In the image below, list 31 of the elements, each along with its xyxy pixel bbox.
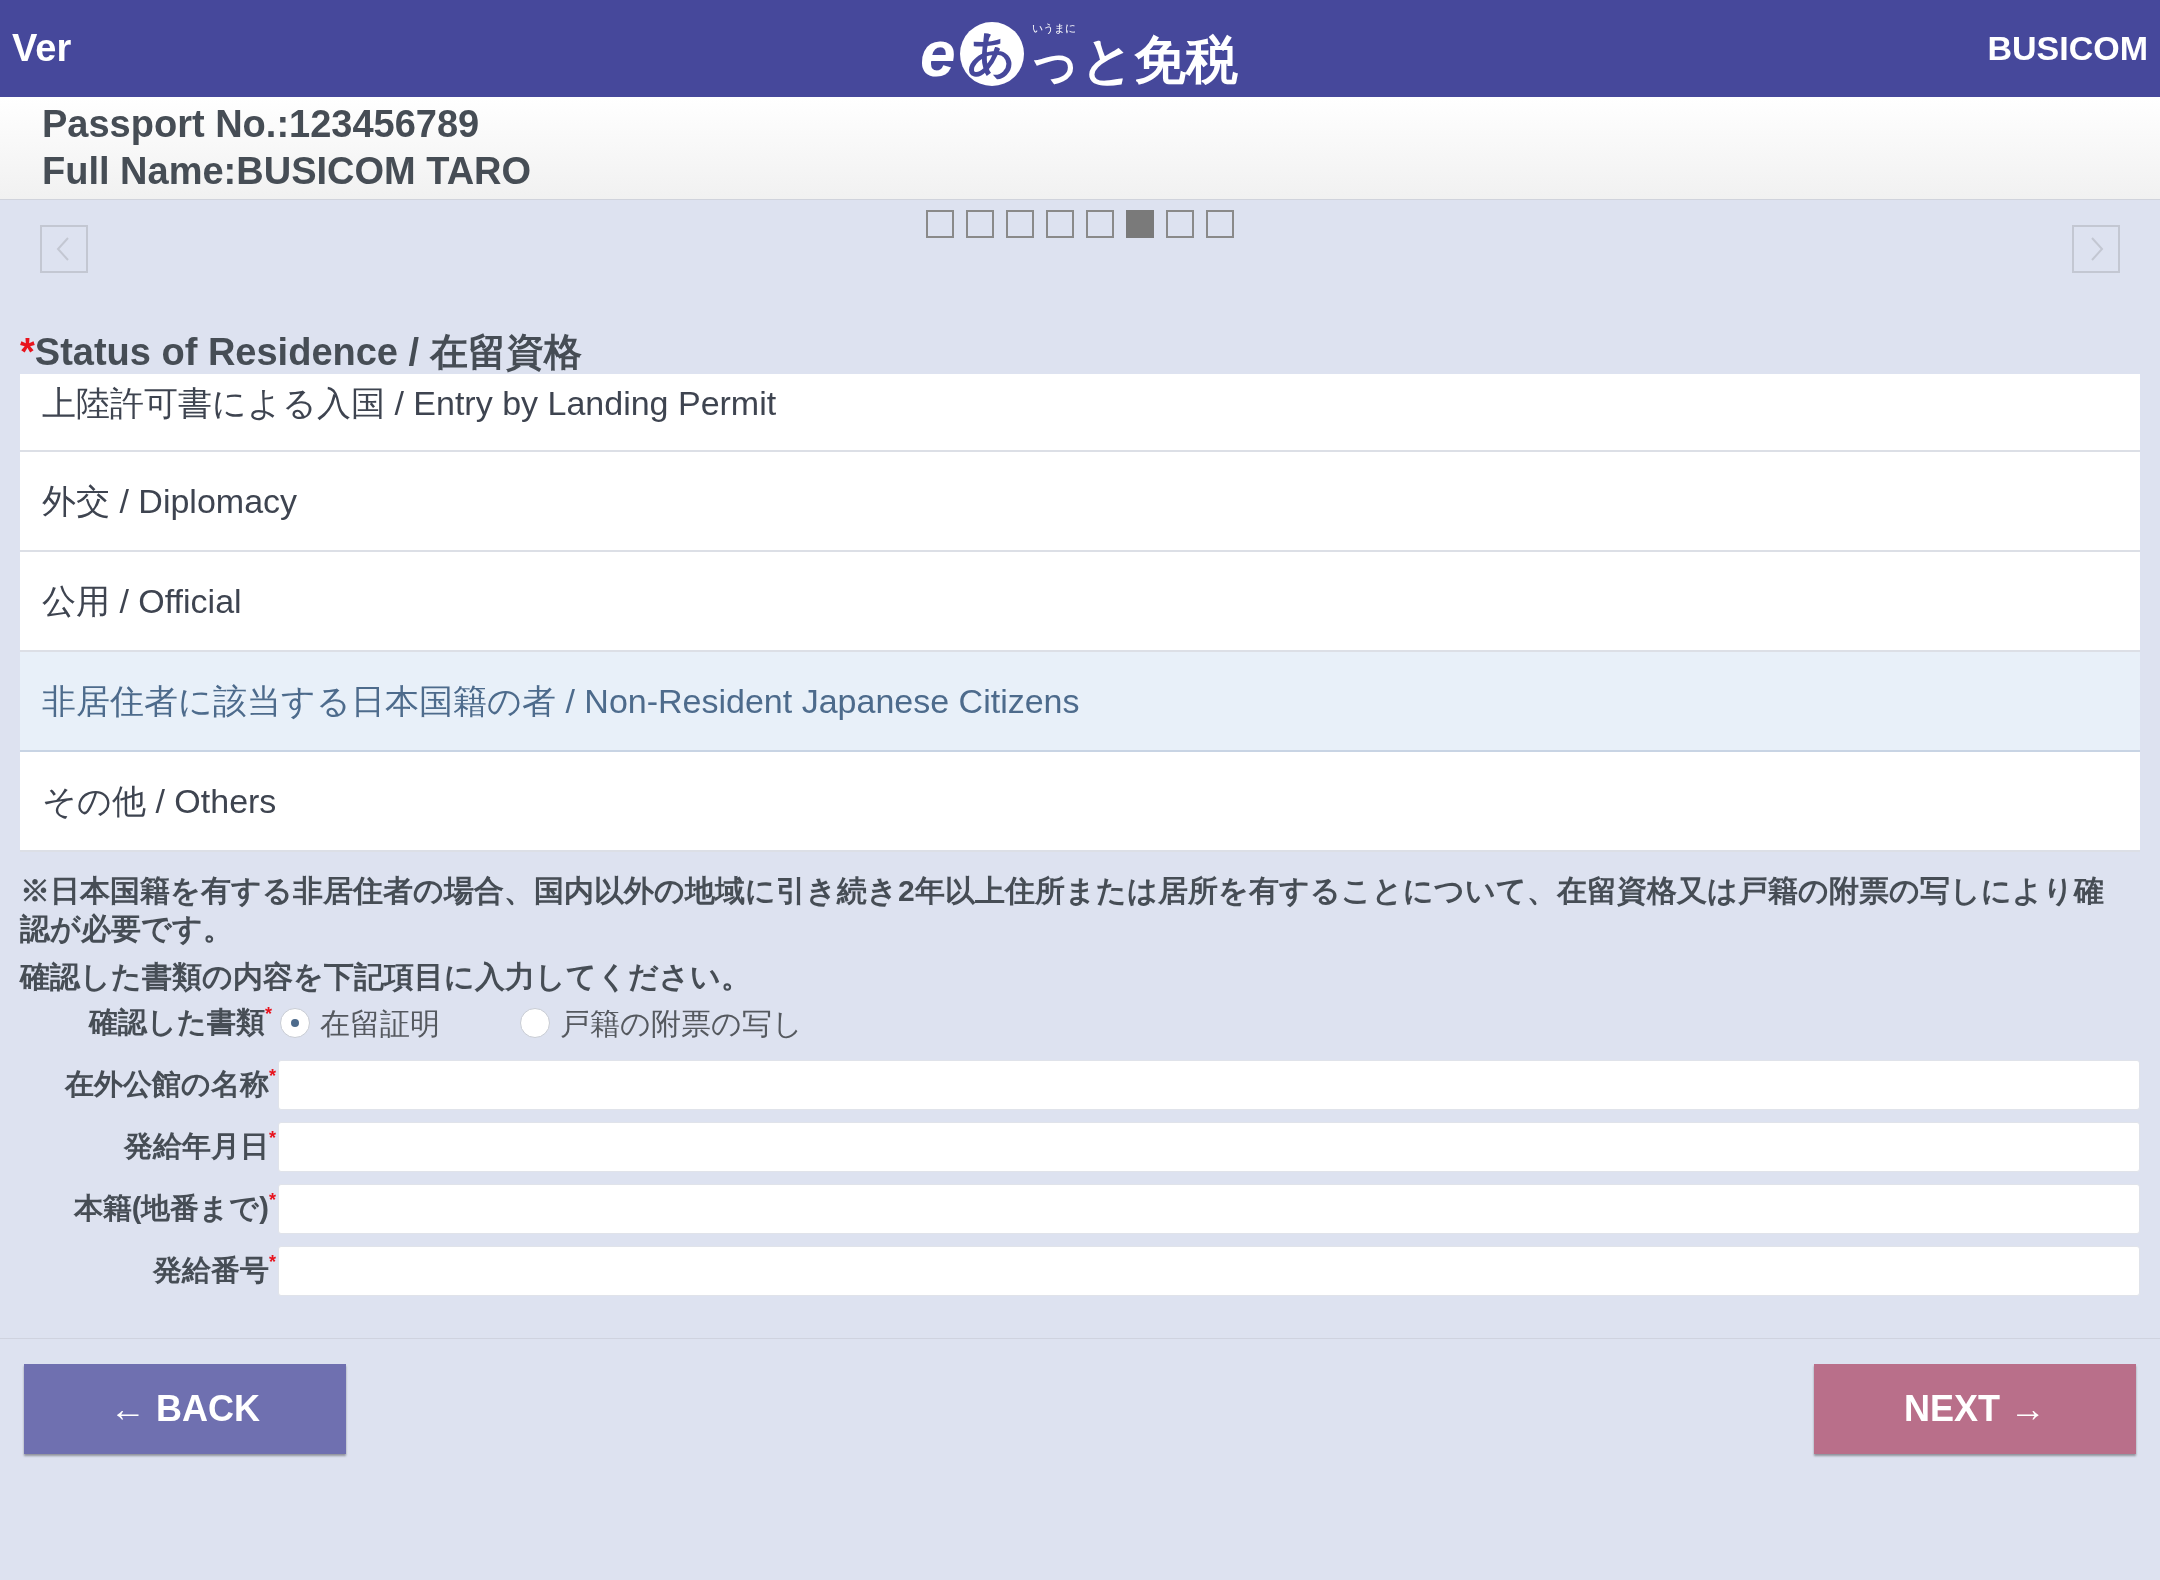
- page-indicator[interactable]: [926, 210, 954, 238]
- instruction-text: 確認した書類の内容を下記項目に入力してください。: [20, 959, 752, 995]
- back-button[interactable]: ← BACK: [24, 1364, 346, 1454]
- radio-button[interactable]: [280, 1008, 310, 1038]
- input-field[interactable]: [278, 1060, 2140, 1110]
- field-label: 発給年月日*: [123, 1127, 277, 1165]
- field-label: 本籍(地番まで)*: [72, 1189, 277, 1227]
- brand-label: BUSICOM: [1987, 28, 2148, 69]
- page-indicator[interactable]: [1206, 210, 1234, 238]
- input-field[interactable]: [278, 1246, 2140, 1296]
- page-indicator[interactable]: [966, 210, 994, 238]
- note-text: ※日本国籍を有する非居住者の場合、国内以外の地域に引き続き2年以上住所または居所を有することについて、在留資格又は戸籍の附票の写しにより確認が必要です。: [20, 873, 2105, 947]
- app-logo: e あ いうまに っと免税: [920, 17, 1238, 86]
- radio-label: 在留証明: [320, 1005, 440, 1042]
- radio-label: 戸籍の附票の写し: [560, 1005, 803, 1042]
- traveler-info: Passport No.:123456789: [42, 102, 481, 147]
- radio-button[interactable]: [520, 1008, 550, 1038]
- page-indicator[interactable]: [1166, 210, 1194, 238]
- field-label: 確認した書類*: [87, 1003, 272, 1041]
- status-option[interactable]: 非居住者に該当する日本国籍の者 / Non-Resident Japanese Citizens: [20, 652, 2140, 752]
- field-label: 発給番号*: [152, 1251, 277, 1289]
- page-indicator[interactable]: [1046, 210, 1074, 238]
- traveler-info: Full Name:BUSICOM TARO: [42, 149, 533, 194]
- next-button[interactable]: NEXT →: [1814, 1364, 2136, 1454]
- field-label: 在外公館の名称*: [63, 1065, 277, 1103]
- page-indicator[interactable]: [1006, 210, 1034, 238]
- version-label: Ver: [12, 26, 72, 71]
- input-field[interactable]: [278, 1184, 2140, 1234]
- page-indicator[interactable]: [1086, 210, 1114, 238]
- input-field[interactable]: [278, 1122, 2140, 1172]
- section-title: *Status of Residence / 在留資格: [20, 330, 583, 374]
